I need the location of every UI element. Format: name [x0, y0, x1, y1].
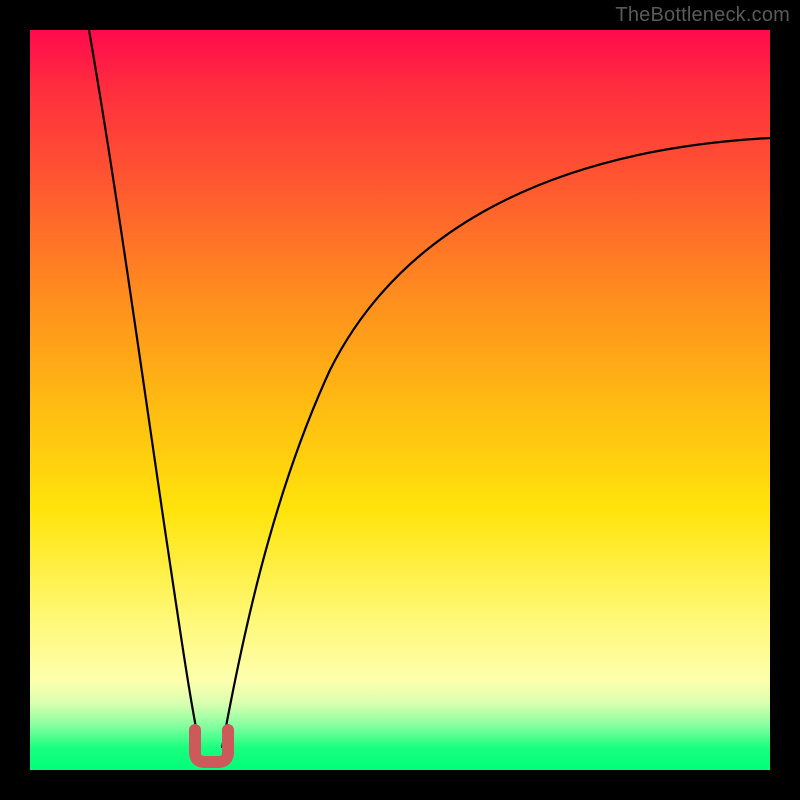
curve-left-branch	[89, 30, 200, 748]
plot-area	[30, 30, 770, 770]
chart-frame: TheBottleneck.com	[0, 0, 800, 800]
curve-right-branch	[222, 138, 770, 748]
optimum-marker	[195, 730, 228, 762]
bottleneck-curve	[30, 30, 770, 770]
watermark-text: TheBottleneck.com	[615, 4, 790, 27]
